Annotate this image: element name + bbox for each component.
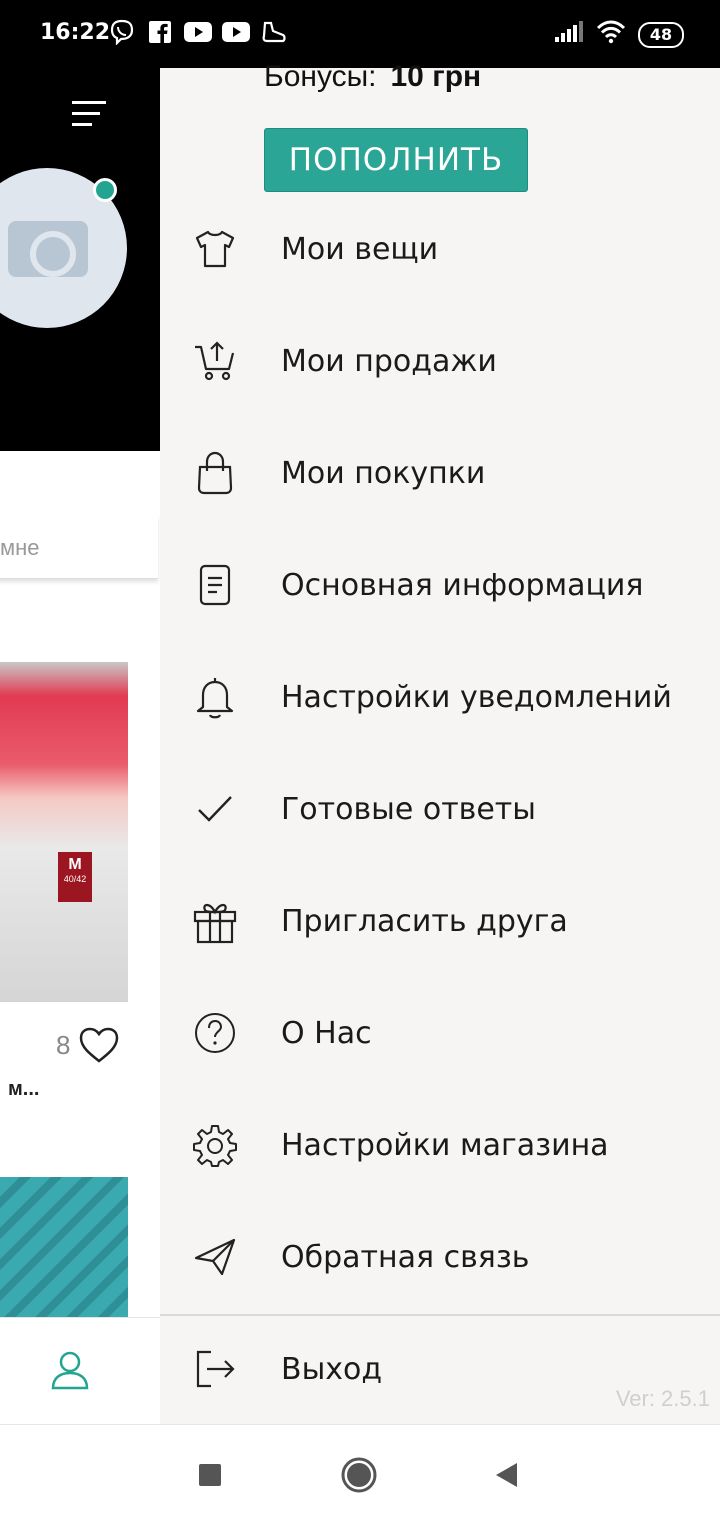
viber-icon bbox=[108, 18, 136, 46]
menu-item-label: Мои продажи bbox=[281, 343, 497, 379]
product-image[interactable] bbox=[0, 662, 128, 1002]
app-version: Ver: 2.5.1 bbox=[615, 1386, 710, 1411]
battery-icon: 48 bbox=[638, 21, 684, 48]
menu-item-label: Настройки магазина bbox=[281, 1127, 609, 1163]
camera-icon bbox=[8, 221, 88, 277]
gear-icon bbox=[192, 1122, 238, 1168]
youtube-icon bbox=[184, 18, 212, 46]
gift-icon bbox=[192, 898, 238, 944]
checkmark-icon bbox=[192, 786, 238, 832]
menu-item-my-purchases[interactable]: Мои покупки bbox=[160, 417, 720, 529]
paper-plane-icon bbox=[192, 1234, 238, 1280]
search-field[interactable]: мне bbox=[0, 515, 158, 579]
tshirt-icon bbox=[192, 226, 238, 272]
system-status-icons: 48 bbox=[554, 20, 684, 49]
size-tag: M 40/42 bbox=[58, 852, 92, 902]
menu-item-invite-friend[interactable]: Пригласить друга bbox=[160, 865, 720, 977]
menu-item-label: Настройки уведомлений bbox=[281, 679, 672, 715]
system-navigation-bar bbox=[0, 1424, 720, 1520]
status-bar: 16:22 48 bbox=[0, 0, 720, 68]
menu-item-label: Мои покупки bbox=[281, 455, 486, 491]
hamburger-icon[interactable] bbox=[72, 101, 106, 134]
menu-item-label: Готовые ответы bbox=[281, 791, 536, 827]
menu-item-label: Выход bbox=[281, 1351, 383, 1387]
bonus-balance: Бонусы: 10 грн bbox=[264, 60, 481, 94]
menu-item-label: Пригласить друга bbox=[281, 903, 568, 939]
search-placeholder: мне bbox=[0, 535, 40, 560]
signal-icon bbox=[554, 21, 584, 48]
likes-count: 8 bbox=[56, 1029, 71, 1060]
menu-item-my-items[interactable]: Мои вещи bbox=[160, 193, 720, 305]
menu-item-basic-info[interactable]: Основная информация bbox=[160, 529, 720, 641]
menu-item-about-us[interactable]: О Нас bbox=[160, 977, 720, 1089]
menu-item-label: О Нас bbox=[281, 1015, 372, 1051]
bottom-tab-bar bbox=[0, 1317, 160, 1424]
facebook-icon bbox=[146, 18, 174, 46]
product-title: м... bbox=[8, 1078, 40, 1100]
heart-icon[interactable] bbox=[78, 1026, 120, 1064]
size-letter: M bbox=[68, 856, 82, 873]
menu-item-notification-settings[interactable]: Настройки уведомлений bbox=[160, 641, 720, 753]
menu-item-ready-answers[interactable]: Готовые ответы bbox=[160, 753, 720, 865]
status-time: 16:22 bbox=[40, 20, 111, 45]
recent-apps-button[interactable] bbox=[190, 1455, 230, 1495]
menu-item-label: Основная информация bbox=[281, 567, 644, 603]
back-button[interactable] bbox=[486, 1455, 526, 1495]
question-circle-icon bbox=[192, 1010, 238, 1056]
topup-button[interactable]: ПОПОЛНИТЬ bbox=[264, 128, 528, 192]
bell-icon bbox=[192, 674, 238, 720]
profile-header bbox=[0, 68, 160, 451]
menu-item-feedback[interactable]: Обратная связь bbox=[160, 1201, 720, 1313]
menu-item-label: Обратная связь bbox=[281, 1239, 530, 1275]
shopping-bag-icon bbox=[192, 450, 238, 496]
menu-item-my-sales[interactable]: Мои продажи bbox=[160, 305, 720, 417]
menu-item-label: Мои вещи bbox=[281, 231, 439, 267]
logout-icon bbox=[192, 1346, 238, 1392]
background-screen: мне M 40/42 8 м... bbox=[0, 68, 160, 1424]
menu-item-store-settings[interactable]: Настройки магазина bbox=[160, 1089, 720, 1201]
notification-icons bbox=[108, 18, 288, 46]
size-range: 40/42 bbox=[63, 874, 87, 884]
wifi-icon bbox=[596, 20, 626, 49]
youtube-icon bbox=[222, 18, 250, 46]
home-button[interactable] bbox=[339, 1455, 379, 1495]
cart-upload-icon bbox=[192, 338, 238, 384]
bonus-label: Бонусы: bbox=[264, 60, 377, 93]
shoe-icon bbox=[260, 18, 288, 46]
bonus-value: 10 грн bbox=[390, 60, 482, 93]
user-icon[interactable] bbox=[50, 1350, 90, 1395]
online-indicator bbox=[93, 178, 117, 202]
like-counter[interactable]: 8 bbox=[56, 1026, 120, 1064]
product-image[interactable] bbox=[0, 1177, 128, 1317]
navigation-drawer: Бонусы: 10 грн ПОПОЛНИТЬ Мои вещи Мои про… bbox=[160, 60, 720, 1424]
document-icon bbox=[192, 562, 238, 608]
